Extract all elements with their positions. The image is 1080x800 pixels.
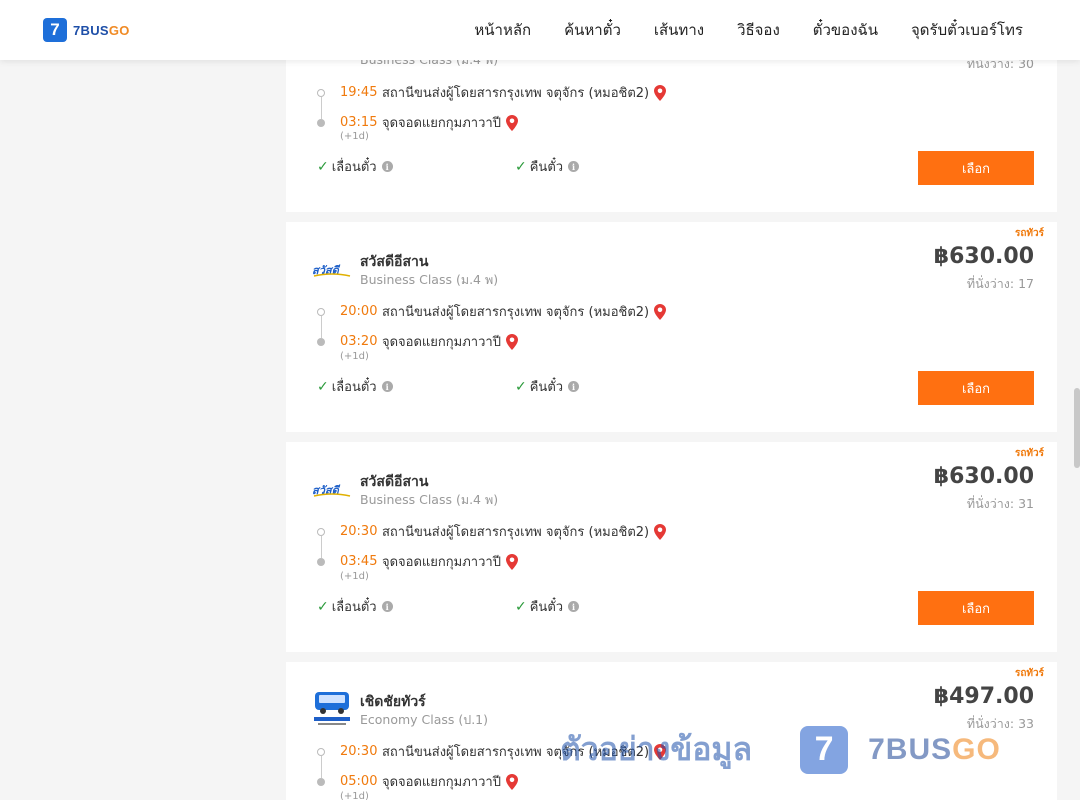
operator-logo-icon: สวัสดี [312, 484, 351, 497]
nav-home[interactable]: หน้าหลัก [474, 18, 531, 42]
ticket-price: ฿630.00 [933, 464, 1034, 489]
bus-class: Business Class (ม.4 พ) [360, 492, 499, 507]
timeline-end-dot [317, 558, 325, 566]
departure-time: 20:30 [340, 524, 378, 539]
arrival-place: จุดจอดแยกกุมภาวาปี [382, 555, 501, 570]
timeline-start-dot [317, 528, 325, 536]
plus-day-label: (+1d) [340, 131, 369, 142]
map-pin-icon[interactable] [654, 523, 667, 540]
ticket-price: ฿497.00 [933, 684, 1034, 709]
check-icon: ✓ [317, 378, 329, 395]
departure-place: สถานีขนส่งผู้โดยสารกรุงเทพ จตุจักร (หมอช… [382, 745, 650, 760]
departure-place: สถานีขนส่งผู้โดยสารกรุงเทพ จตุจักร (หมอช… [382, 525, 650, 540]
operator-logo-icon: สวัสดี [312, 264, 351, 277]
option-refund-ticket: ✓ คืนตั๋ว i [515, 596, 580, 617]
info-icon[interactable]: i [381, 161, 393, 172]
departure-time: 19:45 [340, 85, 378, 100]
timeline-line [321, 97, 322, 119]
seats-available: ที่นั่งว่าง: 31 [966, 496, 1034, 511]
departure-stop: 19:45 สถานีขนส่งผู้โดยสารกรุงเทพ จตุจักร… [340, 82, 667, 103]
arrival-place: จุดจอดแยกกุมภาวาปี [382, 116, 501, 131]
map-pin-icon[interactable] [505, 773, 518, 790]
departure-place: สถานีขนส่งผู้โดยสารกรุงเทพ จตุจักร (หมอช… [382, 86, 650, 101]
departure-stop: 20:30 สถานีขนส่งผู้โดยสารกรุงเทพ จตุจักร… [340, 521, 667, 542]
arrival-stop: 03:15 จุดจอดแยกกุมภาวาปี [340, 112, 518, 133]
departure-stop: 20:30 สถานีขนส่งผู้โดยสารกรุงเทพ จตุจักร… [340, 741, 667, 762]
timeline-end-dot [317, 338, 325, 346]
info-icon[interactable]: i [568, 161, 580, 172]
nav-routes[interactable]: เส้นทาง [654, 18, 704, 42]
bus-class: Economy Class (ป.1) [360, 712, 489, 727]
timeline-line [321, 316, 322, 338]
timeline-end-dot [317, 778, 325, 786]
timeline-start-dot [317, 748, 325, 756]
departure-time: 20:30 [340, 744, 378, 759]
arrival-stop: 05:00 จุดจอดแยกกุมภาวาปี [340, 771, 518, 792]
arrival-time: 05:00 [340, 774, 378, 789]
timeline-end-dot [317, 119, 325, 127]
plus-day-label: (+1d) [340, 571, 369, 582]
info-icon[interactable]: i [381, 601, 393, 612]
seats-available: ที่นั่งว่าง: 33 [966, 716, 1034, 731]
seats-available: ที่นั่งว่าง: 17 [966, 276, 1034, 291]
ticket-price: ฿630.00 [933, 244, 1034, 269]
option-refund-ticket: ✓ คืนตั๋ว i [515, 376, 580, 397]
info-icon[interactable]: i [381, 381, 393, 392]
option-change-ticket: ✓ เลื่อนตั๋ว i [317, 156, 393, 177]
nav-how-to-book[interactable]: วิธีจอง [737, 18, 780, 42]
arrival-stop: 03:45 จุดจอดแยกกุมภาวาปี [340, 551, 518, 572]
timeline-start-dot [317, 89, 325, 97]
check-icon: ✓ [515, 598, 527, 615]
tour-bus-badge: รถทัวร์ [1014, 228, 1044, 239]
option-change-ticket: ✓ เลื่อนตั๋ว i [317, 376, 393, 397]
map-pin-icon[interactable] [505, 553, 518, 570]
top-header: 7 7BUSGO หน้าหลัก ค้นหาตั๋ว เส้นทาง วิธี… [0, 0, 1080, 60]
trip-card: รถทัวร์ สวัสดี สวัสดีอีสาน Business Clas… [286, 222, 1057, 432]
page-scrollbar[interactable] [1074, 388, 1080, 468]
select-button[interactable]: เลือก [918, 151, 1034, 185]
tour-bus-badge: รถทัวร์ [1014, 668, 1044, 679]
map-pin-icon[interactable] [654, 84, 667, 101]
map-pin-icon[interactable] [505, 333, 518, 350]
logo-7-icon: 7 [43, 18, 67, 42]
departure-stop: 20:00 สถานีขนส่งผู้โดยสารกรุงเทพ จตุจักร… [340, 301, 667, 322]
arrival-place: จุดจอดแยกกุมภาวาปี [382, 775, 501, 790]
main-nav: หน้าหลัก ค้นหาตั๋ว เส้นทาง วิธีจอง ตั๋วข… [441, 0, 1023, 60]
check-icon: ✓ [515, 158, 527, 175]
option-refund-ticket: ✓ คืนตั๋ว i [515, 156, 580, 177]
timeline-line [321, 536, 322, 558]
select-button[interactable]: เลือก [918, 591, 1034, 625]
tour-bus-badge: รถทัวร์ [1014, 448, 1044, 459]
map-pin-icon[interactable] [654, 303, 667, 320]
arrival-time: 03:20 [340, 334, 378, 349]
check-icon: ✓ [515, 378, 527, 395]
plus-day-label: (+1d) [340, 351, 369, 362]
select-button[interactable]: เลือก [918, 371, 1034, 405]
arrival-time: 03:45 [340, 554, 378, 569]
map-pin-icon[interactable] [654, 743, 667, 760]
timeline-line [321, 756, 322, 778]
departure-place: สถานีขนส่งผู้โดยสารกรุงเทพ จตุจักร (หมอช… [382, 305, 650, 320]
brand-logo[interactable]: 7 7BUSGO [43, 18, 130, 42]
nav-search-tickets[interactable]: ค้นหาตั๋ว [564, 18, 621, 42]
arrival-stop: 03:20 จุดจอดแยกกุมภาวาปี [340, 331, 518, 352]
trip-card: รถทัวร์ เชิดชัยทัวร์ Economy Class (ป.1)… [286, 662, 1057, 800]
arrival-place: จุดจอดแยกกุมภาวาปี [382, 335, 501, 350]
option-change-ticket: ✓ เลื่อนตั๋ว i [317, 596, 393, 617]
logo-text: 7BUSGO [73, 22, 130, 38]
nav-pickup-points[interactable]: จุดรับตั๋วเบอร์โทร [911, 18, 1023, 42]
timeline-start-dot [317, 308, 325, 316]
bus-logo-icon [314, 692, 350, 725]
trip-card: รถทัวร์ สวัสดี สวัสดีอีสาน Business Clas… [286, 442, 1057, 652]
info-icon[interactable]: i [568, 381, 580, 392]
check-icon: ✓ [317, 598, 329, 615]
nav-my-tickets[interactable]: ตั๋วของฉัน [813, 18, 878, 42]
departure-time: 20:00 [340, 304, 378, 319]
bus-class: Business Class (ม.4 พ) [360, 272, 499, 287]
plus-day-label: (+1d) [340, 791, 369, 800]
arrival-time: 03:15 [340, 115, 378, 130]
check-icon: ✓ [317, 158, 329, 175]
info-icon[interactable]: i [568, 601, 580, 612]
map-pin-icon[interactable] [505, 114, 518, 131]
